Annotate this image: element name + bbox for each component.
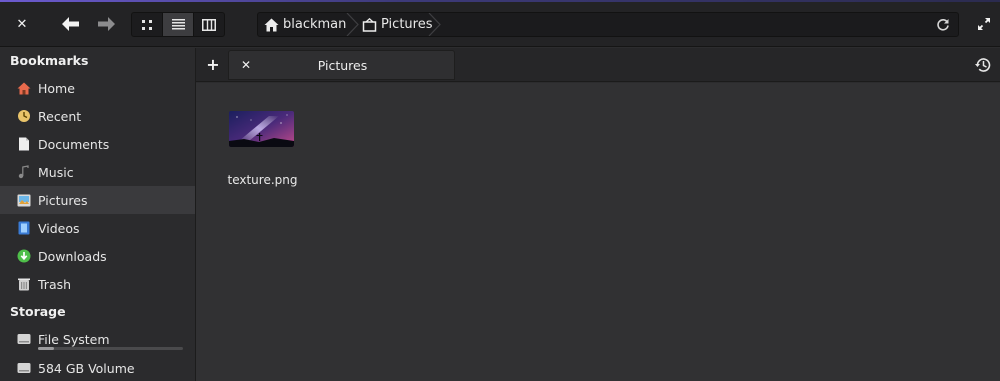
sidebar-item-documents[interactable]: Documents [0, 130, 195, 158]
list-icon [171, 19, 185, 30]
image-thumbnail [229, 111, 294, 147]
sidebar-item-label: Trash [38, 276, 72, 292]
sidebar: Bookmarks Home Recent Documents Music Pi… [0, 48, 196, 381]
sidebar-item-label: Downloads [38, 248, 107, 264]
sidebar-item-home[interactable]: Home [0, 74, 195, 102]
drive-icon [17, 361, 31, 375]
sidebar-item-label: 584 GB Volume [38, 360, 135, 376]
maximize-button[interactable] [974, 14, 994, 34]
recent-icon [17, 109, 31, 123]
history-icon [975, 58, 991, 72]
sidebar-item-label: Recent [38, 108, 82, 124]
sidebar-item-label: Documents [38, 136, 110, 152]
refresh-button[interactable] [934, 16, 952, 34]
window-top-edge [0, 0, 1000, 2]
arrow-right-icon [98, 17, 115, 31]
home-icon [264, 18, 279, 31]
close-window-button[interactable]: ✕ [6, 12, 38, 36]
file-name: texture.png [227, 173, 298, 187]
sidebar-item-downloads[interactable]: Downloads [0, 242, 195, 270]
breadcrumb-pictures[interactable]: Pictures [362, 13, 432, 36]
music-icon [17, 165, 31, 179]
downloads-icon [17, 249, 31, 263]
close-icon: ✕ [16, 16, 28, 32]
tab-label: Pictures [317, 58, 368, 73]
sidebar-item-label: File System [38, 331, 110, 347]
location-bar[interactable]: blackman Pictures [257, 12, 959, 37]
back-button[interactable] [56, 10, 84, 38]
breadcrumb-separator [346, 13, 359, 36]
sidebar-item-music[interactable]: Music [0, 158, 195, 186]
bookmarks-heading: Bookmarks [10, 53, 89, 68]
sidebar-item-label: Videos [38, 220, 80, 236]
breadcrumb-home[interactable]: blackman [264, 13, 346, 36]
breadcrumb-label: blackman [283, 17, 347, 32]
sidebar-item-recent[interactable]: Recent [0, 102, 195, 130]
tab-pictures[interactable]: ✕ Pictures [228, 50, 455, 80]
forward-button[interactable] [93, 10, 121, 38]
storage-heading: Storage [10, 304, 66, 319]
pictures-folder-icon [362, 17, 377, 32]
sidebar-item-file-system[interactable]: File System [0, 325, 195, 353]
column-view-button[interactable] [194, 13, 224, 36]
columns-icon [202, 18, 216, 31]
disk-usage-bar [38, 347, 183, 350]
view-mode-switcher [131, 12, 225, 37]
trash-icon [17, 277, 31, 291]
maximize-icon [978, 18, 990, 30]
arrow-left-icon [62, 17, 79, 31]
document-icon [17, 137, 31, 151]
disk-usage-fill [38, 347, 54, 350]
headerbar: ✕ blackman Pictures [0, 0, 1000, 47]
breadcrumb-label: Pictures [381, 17, 433, 32]
icon-view-button[interactable] [132, 13, 163, 36]
drive-icon [17, 332, 31, 346]
list-view-button[interactable] [163, 13, 194, 36]
sidebar-item-label: Pictures [38, 192, 88, 208]
sidebar-item-volume[interactable]: 584 GB Volume [0, 354, 195, 381]
new-tab-button[interactable]: + [204, 55, 222, 74]
home-icon [17, 81, 31, 95]
videos-icon [17, 221, 31, 235]
closed-tabs-history-button[interactable] [974, 56, 992, 74]
file-item[interactable]: texture.png [224, 105, 304, 195]
refresh-icon [937, 18, 949, 31]
sidebar-item-trash[interactable]: Trash [0, 270, 195, 298]
sidebar-item-label: Music [38, 164, 74, 180]
breadcrumb-separator [428, 13, 441, 36]
pictures-icon [17, 193, 31, 207]
file-view[interactable]: texture.png [196, 83, 1000, 381]
tab-bar: + ✕ Pictures [196, 48, 1000, 82]
grid-icon [142, 19, 152, 30]
sidebar-item-pictures[interactable]: Pictures [0, 186, 195, 214]
sidebar-item-label: Home [38, 80, 75, 96]
sidebar-item-videos[interactable]: Videos [0, 214, 195, 242]
